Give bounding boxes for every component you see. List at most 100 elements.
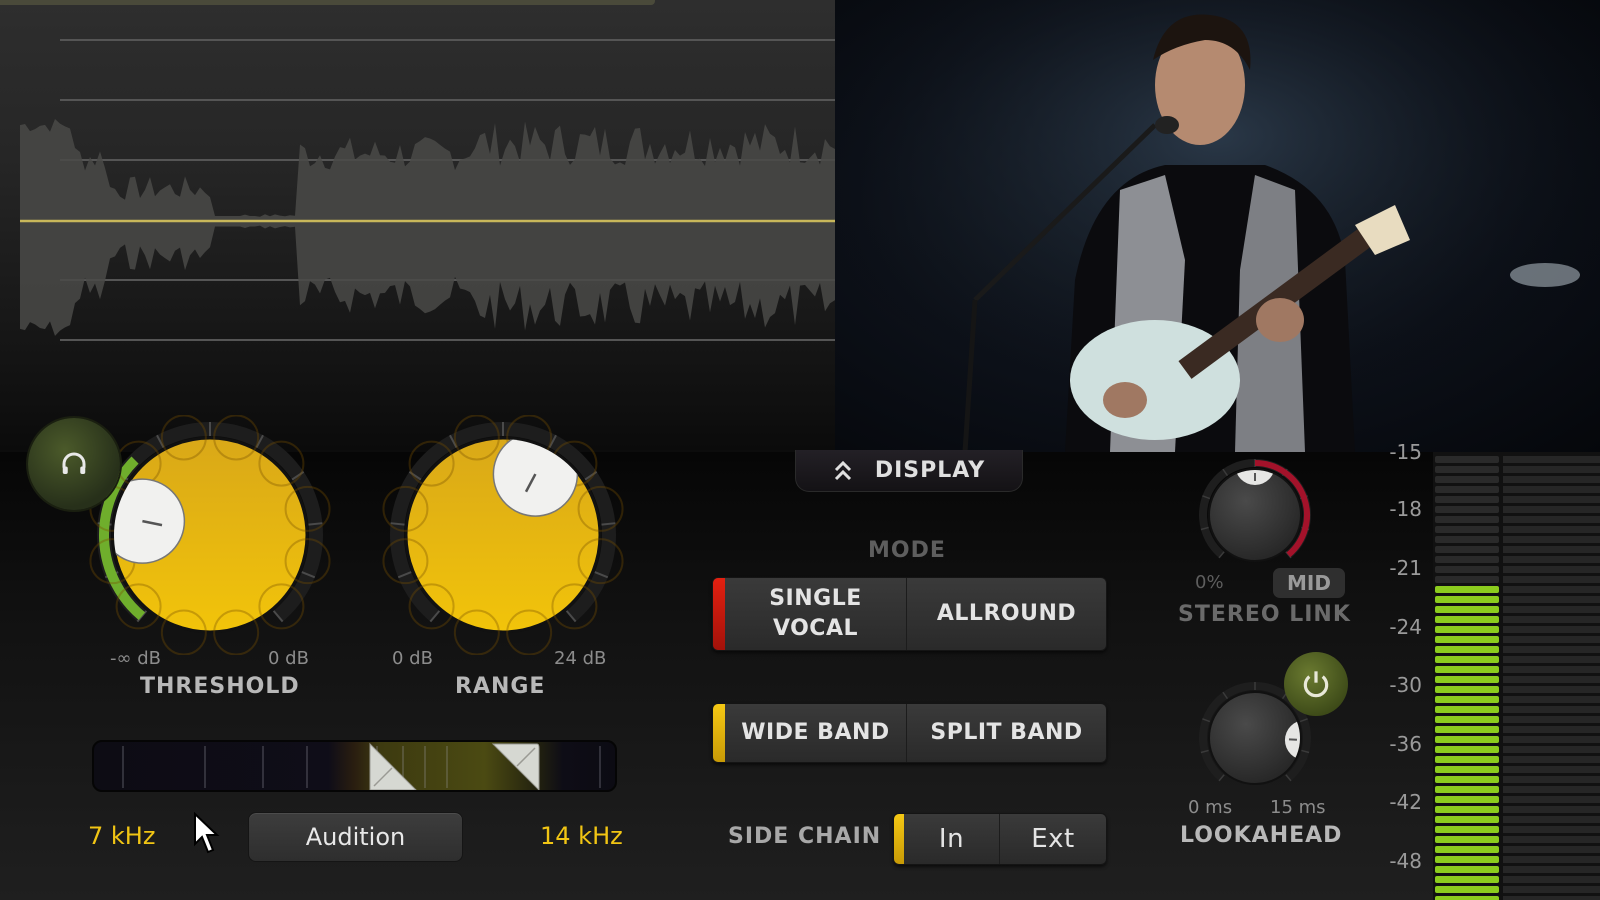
mouse-cursor-icon xyxy=(194,812,220,854)
meter-segment-lit xyxy=(1435,596,1499,603)
frequency-range-slider[interactable] xyxy=(92,740,617,792)
meter-segment xyxy=(1503,866,1600,873)
meter-segment xyxy=(1503,706,1600,713)
meter-scale-label: -36 xyxy=(1389,732,1422,756)
mode-option-label: SINGLE xyxy=(769,586,862,611)
side-chain-option-in[interactable]: In xyxy=(904,814,1000,864)
meter-segment-lit xyxy=(1435,806,1499,813)
range-max-label: 24 dB xyxy=(554,648,607,669)
meter-segment xyxy=(1503,836,1600,843)
meter-segment xyxy=(1503,876,1600,883)
stereo-link-knob[interactable] xyxy=(1190,455,1320,575)
meter-scale-label: -48 xyxy=(1389,849,1422,873)
meter-segment-lit xyxy=(1435,876,1499,883)
mode-option-label: VOCAL xyxy=(772,616,858,641)
lookahead-title: LOOKAHEAD xyxy=(1180,823,1343,848)
meter-segment-lit xyxy=(1435,706,1499,713)
meter-segment xyxy=(1503,636,1600,643)
range-knob[interactable] xyxy=(378,415,628,655)
waveform xyxy=(20,118,835,336)
meter-segment xyxy=(1435,526,1499,533)
side-chain-option-ext[interactable]: Ext xyxy=(1000,814,1106,864)
meter-segment xyxy=(1503,516,1600,523)
display-toggle-button[interactable]: DISPLAY xyxy=(795,450,1023,492)
meter-segment xyxy=(1435,556,1499,563)
meter-segment xyxy=(1503,656,1600,663)
meter-scale-label: -30 xyxy=(1389,673,1422,697)
mode-option-allround[interactable]: ALLROUND xyxy=(907,578,1106,650)
meter-segment xyxy=(1503,776,1600,783)
meter-segment-lit xyxy=(1435,766,1499,773)
band-option-split-band[interactable]: SPLIT BAND xyxy=(907,704,1106,762)
threshold-knob[interactable] xyxy=(85,415,335,655)
video-scene xyxy=(835,0,1600,452)
meter-segment-lit xyxy=(1435,676,1499,683)
slider-tick xyxy=(424,746,426,788)
meter-segment-lit xyxy=(1435,586,1499,593)
stereo-link-title: STEREO LINK xyxy=(1178,602,1351,627)
meter-segment xyxy=(1503,746,1600,753)
waveform-svg xyxy=(20,39,835,341)
meter-segment xyxy=(1503,546,1600,553)
range-title: RANGE xyxy=(455,674,546,699)
meter-segment-lit xyxy=(1435,796,1499,803)
stereo-mid-button[interactable]: MID xyxy=(1273,568,1345,598)
mode-option-single-vocal[interactable]: SINGLE VOCAL xyxy=(725,578,908,650)
double-chevron-up-icon xyxy=(834,460,851,480)
meter-segment xyxy=(1503,726,1600,733)
meter-segment xyxy=(1503,676,1600,683)
low-frequency-handle[interactable] xyxy=(368,742,418,792)
meter-segment xyxy=(1503,466,1600,473)
meter-segment xyxy=(1503,756,1600,763)
meter-segment xyxy=(1503,476,1600,483)
meter-segment-lit xyxy=(1435,716,1499,723)
meter-segment xyxy=(1503,586,1600,593)
meter-segment xyxy=(1503,816,1600,823)
headphones-button[interactable] xyxy=(28,418,120,510)
mode-selector: SINGLE VOCAL ALLROUND xyxy=(712,577,1107,651)
meter-segment xyxy=(1503,596,1600,603)
meter-segment-lit xyxy=(1435,866,1499,873)
meter-segment-lit xyxy=(1435,826,1499,833)
meter-segment-lit xyxy=(1435,696,1499,703)
meter-segment xyxy=(1435,576,1499,583)
meter-segment-lit xyxy=(1435,686,1499,693)
meter-segment xyxy=(1435,476,1499,483)
meter-segment-lit xyxy=(1435,616,1499,623)
audition-button[interactable]: Audition xyxy=(248,812,463,862)
meter-segment-lit xyxy=(1435,656,1499,663)
meter-segment xyxy=(1503,666,1600,673)
band-selector: WIDE BAND SPLIT BAND xyxy=(712,703,1107,763)
threshold-min-label: -∞ dB xyxy=(110,648,161,669)
band-option-wide-band[interactable]: WIDE BAND xyxy=(725,704,908,762)
slider-tick xyxy=(204,746,206,788)
meter-segment-lit xyxy=(1435,886,1499,893)
slider-tick xyxy=(122,746,124,788)
meter-segment-lit xyxy=(1435,666,1499,673)
meter-segment xyxy=(1503,806,1600,813)
meter-segment xyxy=(1503,536,1600,543)
side-chain-title: SIDE CHAIN xyxy=(728,824,882,849)
band-selected-indicator xyxy=(713,704,725,762)
meter-segment-lit xyxy=(1435,726,1499,733)
power-icon xyxy=(1303,671,1329,698)
high-frequency-handle[interactable] xyxy=(491,742,541,792)
meter-segment xyxy=(1503,796,1600,803)
threshold-title: THRESHOLD xyxy=(140,674,300,699)
meter-segment xyxy=(1503,686,1600,693)
mode-title: MODE xyxy=(868,538,946,563)
meter-segment xyxy=(1435,566,1499,573)
meter-segment-lit xyxy=(1435,856,1499,863)
lookahead-max-label: 15 ms xyxy=(1270,797,1326,818)
meter-segment xyxy=(1503,566,1600,573)
mode-selected-indicator xyxy=(713,578,725,650)
meter-segment xyxy=(1435,516,1499,523)
meter-segment-lit xyxy=(1435,736,1499,743)
meter-scale-label: -24 xyxy=(1389,615,1422,639)
lookahead-power-button[interactable] xyxy=(1284,652,1348,716)
meter-segment xyxy=(1435,486,1499,493)
level-meter xyxy=(1433,452,1600,900)
lookahead-min-label: 0 ms xyxy=(1188,797,1233,818)
threshold-max-label: 0 dB xyxy=(268,648,309,669)
meter-segment-lit xyxy=(1435,606,1499,613)
